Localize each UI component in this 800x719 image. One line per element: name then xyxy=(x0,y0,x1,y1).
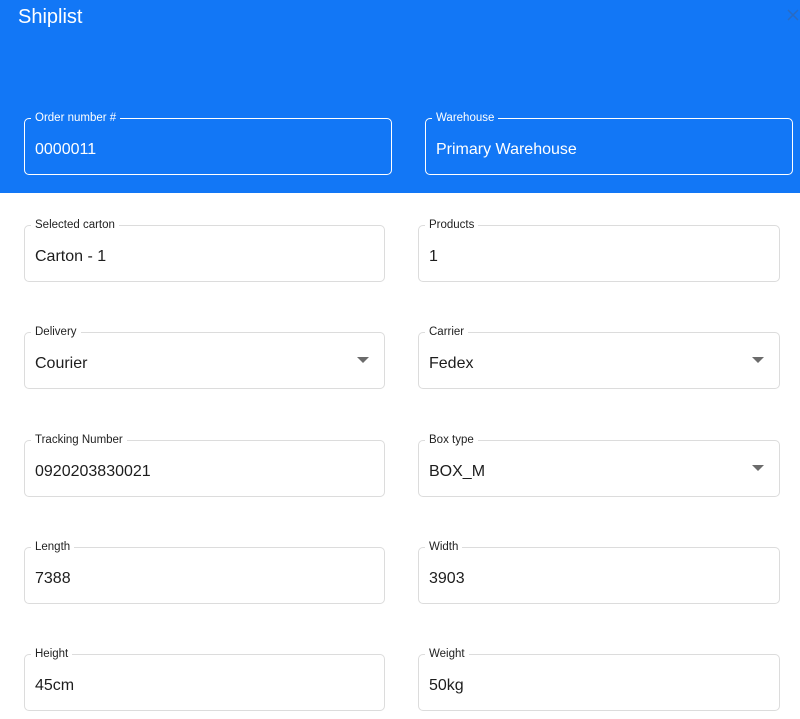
order-number-value: 0000011 xyxy=(35,141,97,158)
width-field[interactable]: Width 3903 xyxy=(418,540,780,604)
selected-carton-value: Carton - 1 xyxy=(35,248,107,265)
carrier-value: Fedex xyxy=(429,355,474,372)
chevron-down-icon[interactable] xyxy=(357,357,369,363)
carrier-label: Carrier xyxy=(425,325,469,339)
height-value: 45cm xyxy=(35,677,75,694)
warehouse-label: Warehouse xyxy=(432,111,499,125)
box-type-select[interactable]: Box type BOX_M xyxy=(418,433,780,497)
delivery-value: Courier xyxy=(35,355,88,372)
dialog-title: Shiplist xyxy=(18,6,83,28)
tracking-number-value: 0920203830021 xyxy=(35,463,151,480)
selected-carton-field[interactable]: Selected carton Carton - 1 xyxy=(24,218,385,282)
width-value: 3903 xyxy=(429,570,465,587)
carrier-select[interactable]: Carrier Fedex xyxy=(418,325,780,389)
warehouse-field[interactable]: Warehouse Primary Warehouse xyxy=(425,111,793,175)
box-type-value: BOX_M xyxy=(429,463,486,480)
length-field[interactable]: Length 7388 xyxy=(24,540,385,604)
chevron-down-icon[interactable] xyxy=(752,465,764,471)
weight-value: 50kg xyxy=(429,677,464,694)
width-label: Width xyxy=(425,540,463,554)
selected-carton-label: Selected carton xyxy=(31,218,119,232)
close-icon xyxy=(787,9,799,21)
chevron-down-icon[interactable] xyxy=(752,357,764,363)
products-value: 1 xyxy=(429,248,438,265)
delivery-label: Delivery xyxy=(31,325,81,339)
header-bar: Shiplist Order number # 0000011 Warehous… xyxy=(0,0,800,193)
weight-label: Weight xyxy=(425,647,469,661)
tracking-number-field[interactable]: Tracking Number 0920203830021 xyxy=(24,433,385,497)
products-label: Products xyxy=(425,218,479,232)
warehouse-value: Primary Warehouse xyxy=(436,141,577,158)
length-value: 7388 xyxy=(35,570,71,587)
products-field[interactable]: Products 1 xyxy=(418,218,780,282)
height-field[interactable]: Height 45cm xyxy=(24,647,385,711)
delivery-select[interactable]: Delivery Courier xyxy=(24,325,385,389)
length-label: Length xyxy=(31,540,75,554)
order-number-label: Order number # xyxy=(31,111,121,125)
tracking-number-label: Tracking Number xyxy=(31,433,127,447)
weight-field[interactable]: Weight 50kg xyxy=(418,647,780,711)
close-button[interactable] xyxy=(786,8,800,22)
height-label: Height xyxy=(31,647,73,661)
order-number-field[interactable]: Order number # 0000011 xyxy=(24,111,392,175)
box-type-label: Box type xyxy=(425,433,478,447)
